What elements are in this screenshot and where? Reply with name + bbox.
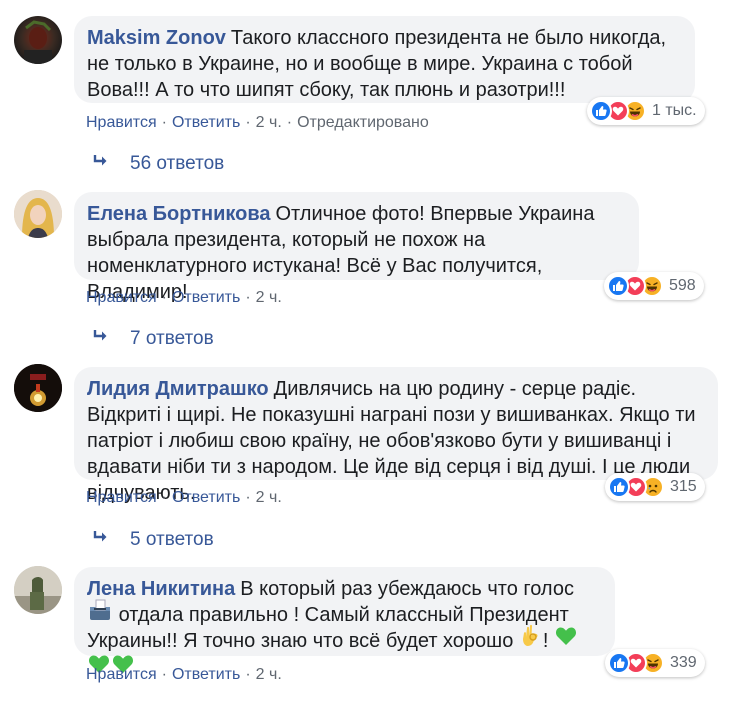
comment-bubble: Лена Никитина В который раз убеждаюсь что… — [74, 567, 615, 673]
comment-actions: Нравится · Ответить · 2 ч. — [86, 489, 282, 507]
comment-actions: Нравится · Ответить · 2 ч. — [86, 289, 282, 307]
separator-dot: · — [245, 114, 251, 131]
comment-author[interactable]: Maksim Zonov — [87, 27, 226, 49]
separator-dot: · — [245, 666, 251, 683]
reaction-count: 315 — [670, 478, 697, 495]
reply-arrow-icon — [92, 153, 112, 175]
avatar[interactable] — [14, 16, 62, 64]
separator-dot: · — [161, 289, 167, 306]
view-replies-link[interactable]: 56 ответов — [92, 153, 224, 175]
reply-link[interactable]: Ответить — [172, 114, 240, 131]
reaction-count: 598 — [669, 277, 696, 294]
comment-actions: Нравится · Ответить · 2 ч. — [86, 666, 282, 684]
like-reaction-icon — [608, 652, 630, 674]
reply-link[interactable]: Ответить — [172, 489, 240, 506]
reactions-summary[interactable]: 1 тыс. — [587, 97, 705, 125]
reactions-summary[interactable]: 339 — [605, 649, 705, 677]
replies-count[interactable]: 5 ответов — [130, 529, 214, 551]
reaction-count: 1 тыс. — [652, 102, 697, 119]
avatar[interactable] — [14, 364, 62, 412]
avatar[interactable] — [14, 566, 62, 614]
view-replies-link[interactable]: 7 ответов — [92, 328, 214, 350]
comment-text: отдала правильно ! Самый классный Презид… — [87, 604, 569, 653]
ok-hand-icon — [520, 624, 542, 655]
comment-bubble: Елена Бортникова Отличное фото! Впервые У… — [74, 192, 639, 303]
comment-author[interactable]: Елена Бортникова — [87, 203, 271, 225]
reply-arrow-icon — [92, 328, 112, 350]
comment-timestamp[interactable]: 2 ч. — [256, 114, 282, 131]
comment-bubble: Maksim Zonov Такого классного президента … — [74, 16, 695, 103]
reactions-summary[interactable]: 598 — [604, 272, 704, 300]
comment-bubble: Лидия Дмитрашко Дивлячись на цю родину - … — [74, 367, 718, 504]
view-replies-link[interactable]: 5 ответов — [92, 529, 214, 551]
reply-arrow-icon — [92, 529, 112, 551]
like-reaction-icon — [590, 100, 612, 122]
reactions-summary[interactable]: 315 — [605, 473, 705, 501]
comment-actions: Нравится · Ответить · 2 ч. · Отредактировано — [86, 114, 429, 132]
ballot-box-icon — [88, 599, 112, 628]
comment-author[interactable]: Лена Никитина — [87, 578, 235, 600]
like-link[interactable]: Нравится — [86, 114, 157, 131]
separator-dot: · — [245, 489, 251, 506]
reaction-count: 339 — [670, 654, 697, 671]
separator-dot: · — [161, 489, 167, 506]
separator-dot: · — [161, 114, 167, 131]
comment-timestamp[interactable]: 2 ч. — [256, 666, 282, 683]
replies-count[interactable]: 56 ответов — [130, 153, 224, 175]
like-reaction-icon — [607, 275, 629, 297]
replies-count[interactable]: 7 ответов — [130, 328, 214, 350]
like-link[interactable]: Нравится — [86, 489, 157, 506]
comment-timestamp[interactable]: 2 ч. — [256, 489, 282, 506]
reply-link[interactable]: Ответить — [172, 666, 240, 683]
comment-timestamp[interactable]: 2 ч. — [256, 289, 282, 306]
edited-label[interactable]: Отредактировано — [297, 114, 429, 131]
comment-text: В который раз убеждаюсь что голос — [240, 578, 574, 600]
separator-dot: · — [245, 289, 251, 306]
separator-dot: · — [161, 666, 167, 683]
separator-dot: · — [286, 114, 293, 131]
comment-text: ! — [542, 630, 549, 653]
like-link[interactable]: Нравится — [86, 666, 157, 683]
reply-link[interactable]: Ответить — [172, 289, 240, 306]
like-reaction-icon — [608, 476, 630, 498]
comment-author[interactable]: Лидия Дмитрашко — [87, 378, 269, 400]
like-link[interactable]: Нравится — [86, 289, 157, 306]
green-heart-icon — [555, 626, 577, 653]
avatar[interactable] — [14, 190, 62, 238]
